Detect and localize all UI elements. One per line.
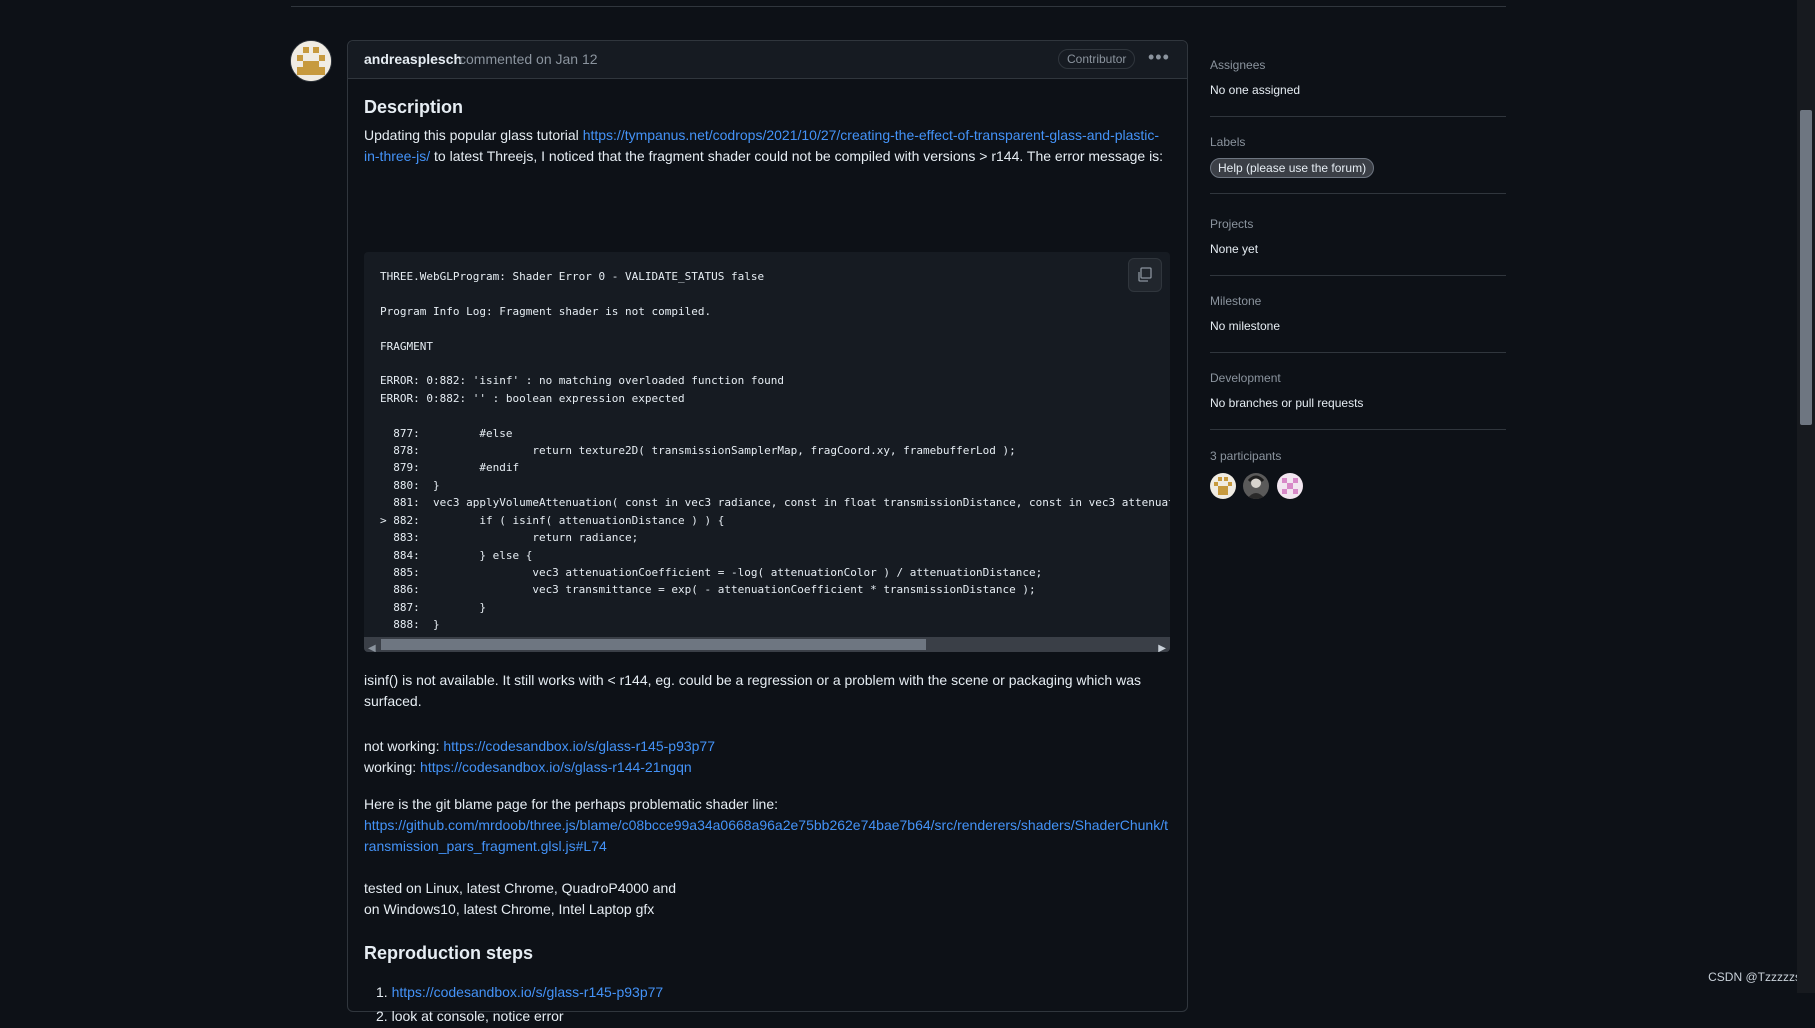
tested-line-2: on Windows10, latest Chrome, Intel Lapto…: [364, 901, 655, 917]
code-content: THREE.WebGLProgram: Shader Error 0 - VAL…: [380, 270, 1170, 632]
comment-body: Description Updating this popular glass …: [364, 95, 1170, 1024]
issue-comment: andreasplesch commented on Jan 12 Contri…: [347, 40, 1188, 1024]
intro-text-after: to latest Threejs, I noticed that the fr…: [430, 148, 1164, 164]
error-code-block: THREE.WebGLProgram: Shader Error 0 - VAL…: [364, 252, 1170, 652]
page-vertical-scrollbar[interactable]: [1797, 0, 1815, 993]
comment-timestamp[interactable]: commented on Jan 12: [459, 51, 598, 67]
tested-paragraph: tested on Linux, latest Chrome, QuadroP4…: [364, 878, 1170, 920]
projects-value: None yet: [1210, 242, 1259, 256]
participants-title: 3 participants: [1210, 449, 1282, 463]
description-heading: Description: [364, 97, 464, 117]
isinf-paragraph: isinf() is not available. It still works…: [364, 672, 1141, 709]
avatar[interactable]: [1276, 473, 1303, 499]
sidebar-divider: [1210, 429, 1506, 430]
repro-step-text: look at console, notice error: [391, 1008, 564, 1024]
copy-button[interactable]: [1128, 258, 1162, 292]
intro-paragraph: Updating this popular glass tutorial htt…: [364, 125, 1170, 167]
avatar[interactable]: [1210, 473, 1236, 499]
author-avatar[interactable]: [290, 40, 332, 82]
top-divider: [291, 6, 1506, 7]
sidebar-divider: [1210, 193, 1506, 194]
repro-steps-list: 1. https://codesandbox.io/s/glass-r145-p…: [364, 980, 1170, 1028]
comment-header: andreasplesch commented on Jan 12 Contri…: [348, 41, 1187, 79]
labels-title: Labels: [1210, 135, 1246, 149]
avatar[interactable]: [1243, 473, 1270, 499]
code-horizontal-scrollbar[interactable]: ◀ ▶: [364, 637, 1170, 652]
sidebar-divider: [1210, 352, 1506, 353]
development-section[interactable]: Development No branches or pull requests: [1210, 371, 1506, 410]
watermark: CSDN @Tzzzzzs: [1708, 970, 1801, 984]
assignees-value: No one assigned: [1210, 83, 1301, 97]
sidebar-divider: [1210, 275, 1506, 276]
sandbox-links: not working: https://codesandbox.io/s/gl…: [364, 736, 1170, 778]
intro-text: Updating this popular glass tutorial: [364, 127, 583, 143]
working-link[interactable]: https://codesandbox.io/s/glass-r144-21ng…: [420, 759, 692, 775]
blame-paragraph: Here is the git blame page for the perha…: [364, 794, 1170, 857]
development-value: No branches or pull requests: [1210, 396, 1364, 410]
tested-line-1: tested on Linux, latest Chrome, QuadroP4…: [364, 880, 677, 896]
projects-section[interactable]: Projects None yet: [1210, 217, 1506, 256]
comment-author[interactable]: andreasplesch: [364, 51, 462, 67]
participants-section: 3 participants: [1210, 449, 1506, 502]
label-badge[interactable]: Help (please use the forum): [1210, 158, 1375, 178]
assignees-title: Assignees: [1210, 58, 1266, 72]
participant-avatars: [1210, 473, 1506, 502]
scrollbar-thumb[interactable]: [381, 639, 926, 650]
milestone-value: No milestone: [1210, 319, 1281, 333]
blame-link[interactable]: https://github.com/mrdoob/three.js/blame…: [364, 817, 1168, 854]
labels-section[interactable]: Labels Help (please use the forum): [1210, 135, 1506, 178]
list-item: 2. look at console, notice error: [376, 1008, 564, 1024]
not-working-link[interactable]: https://codesandbox.io/s/glass-r145-p93p…: [443, 738, 715, 754]
repro-step-link[interactable]: https://codesandbox.io/s/glass-r145-p93p…: [392, 984, 664, 1000]
repro-heading: Reproduction steps: [364, 943, 534, 963]
blame-text: Here is the git blame page for the perha…: [364, 796, 779, 812]
contributor-badge: Contributor: [1058, 49, 1136, 69]
scroll-left-icon[interactable]: ◀: [368, 638, 376, 652]
assignees-section[interactable]: Assignees No one assigned: [1210, 58, 1506, 97]
milestone-section[interactable]: Milestone No milestone: [1210, 294, 1506, 333]
kebab-horizontal-icon[interactable]: •••: [1148, 47, 1170, 68]
milestone-title: Milestone: [1210, 294, 1262, 308]
scroll-right-icon[interactable]: ▶: [1158, 638, 1166, 652]
not-working-label: not working:: [364, 738, 444, 754]
development-title: Development: [1210, 371, 1281, 385]
projects-title: Projects: [1210, 217, 1254, 231]
list-item: 1. https://codesandbox.io/s/glass-r145-p…: [376, 984, 664, 1000]
sidebar-divider: [1210, 116, 1506, 117]
scrollbar-thumb[interactable]: [1800, 110, 1812, 425]
copy-icon: [1138, 267, 1152, 282]
working-label: working:: [364, 759, 421, 775]
